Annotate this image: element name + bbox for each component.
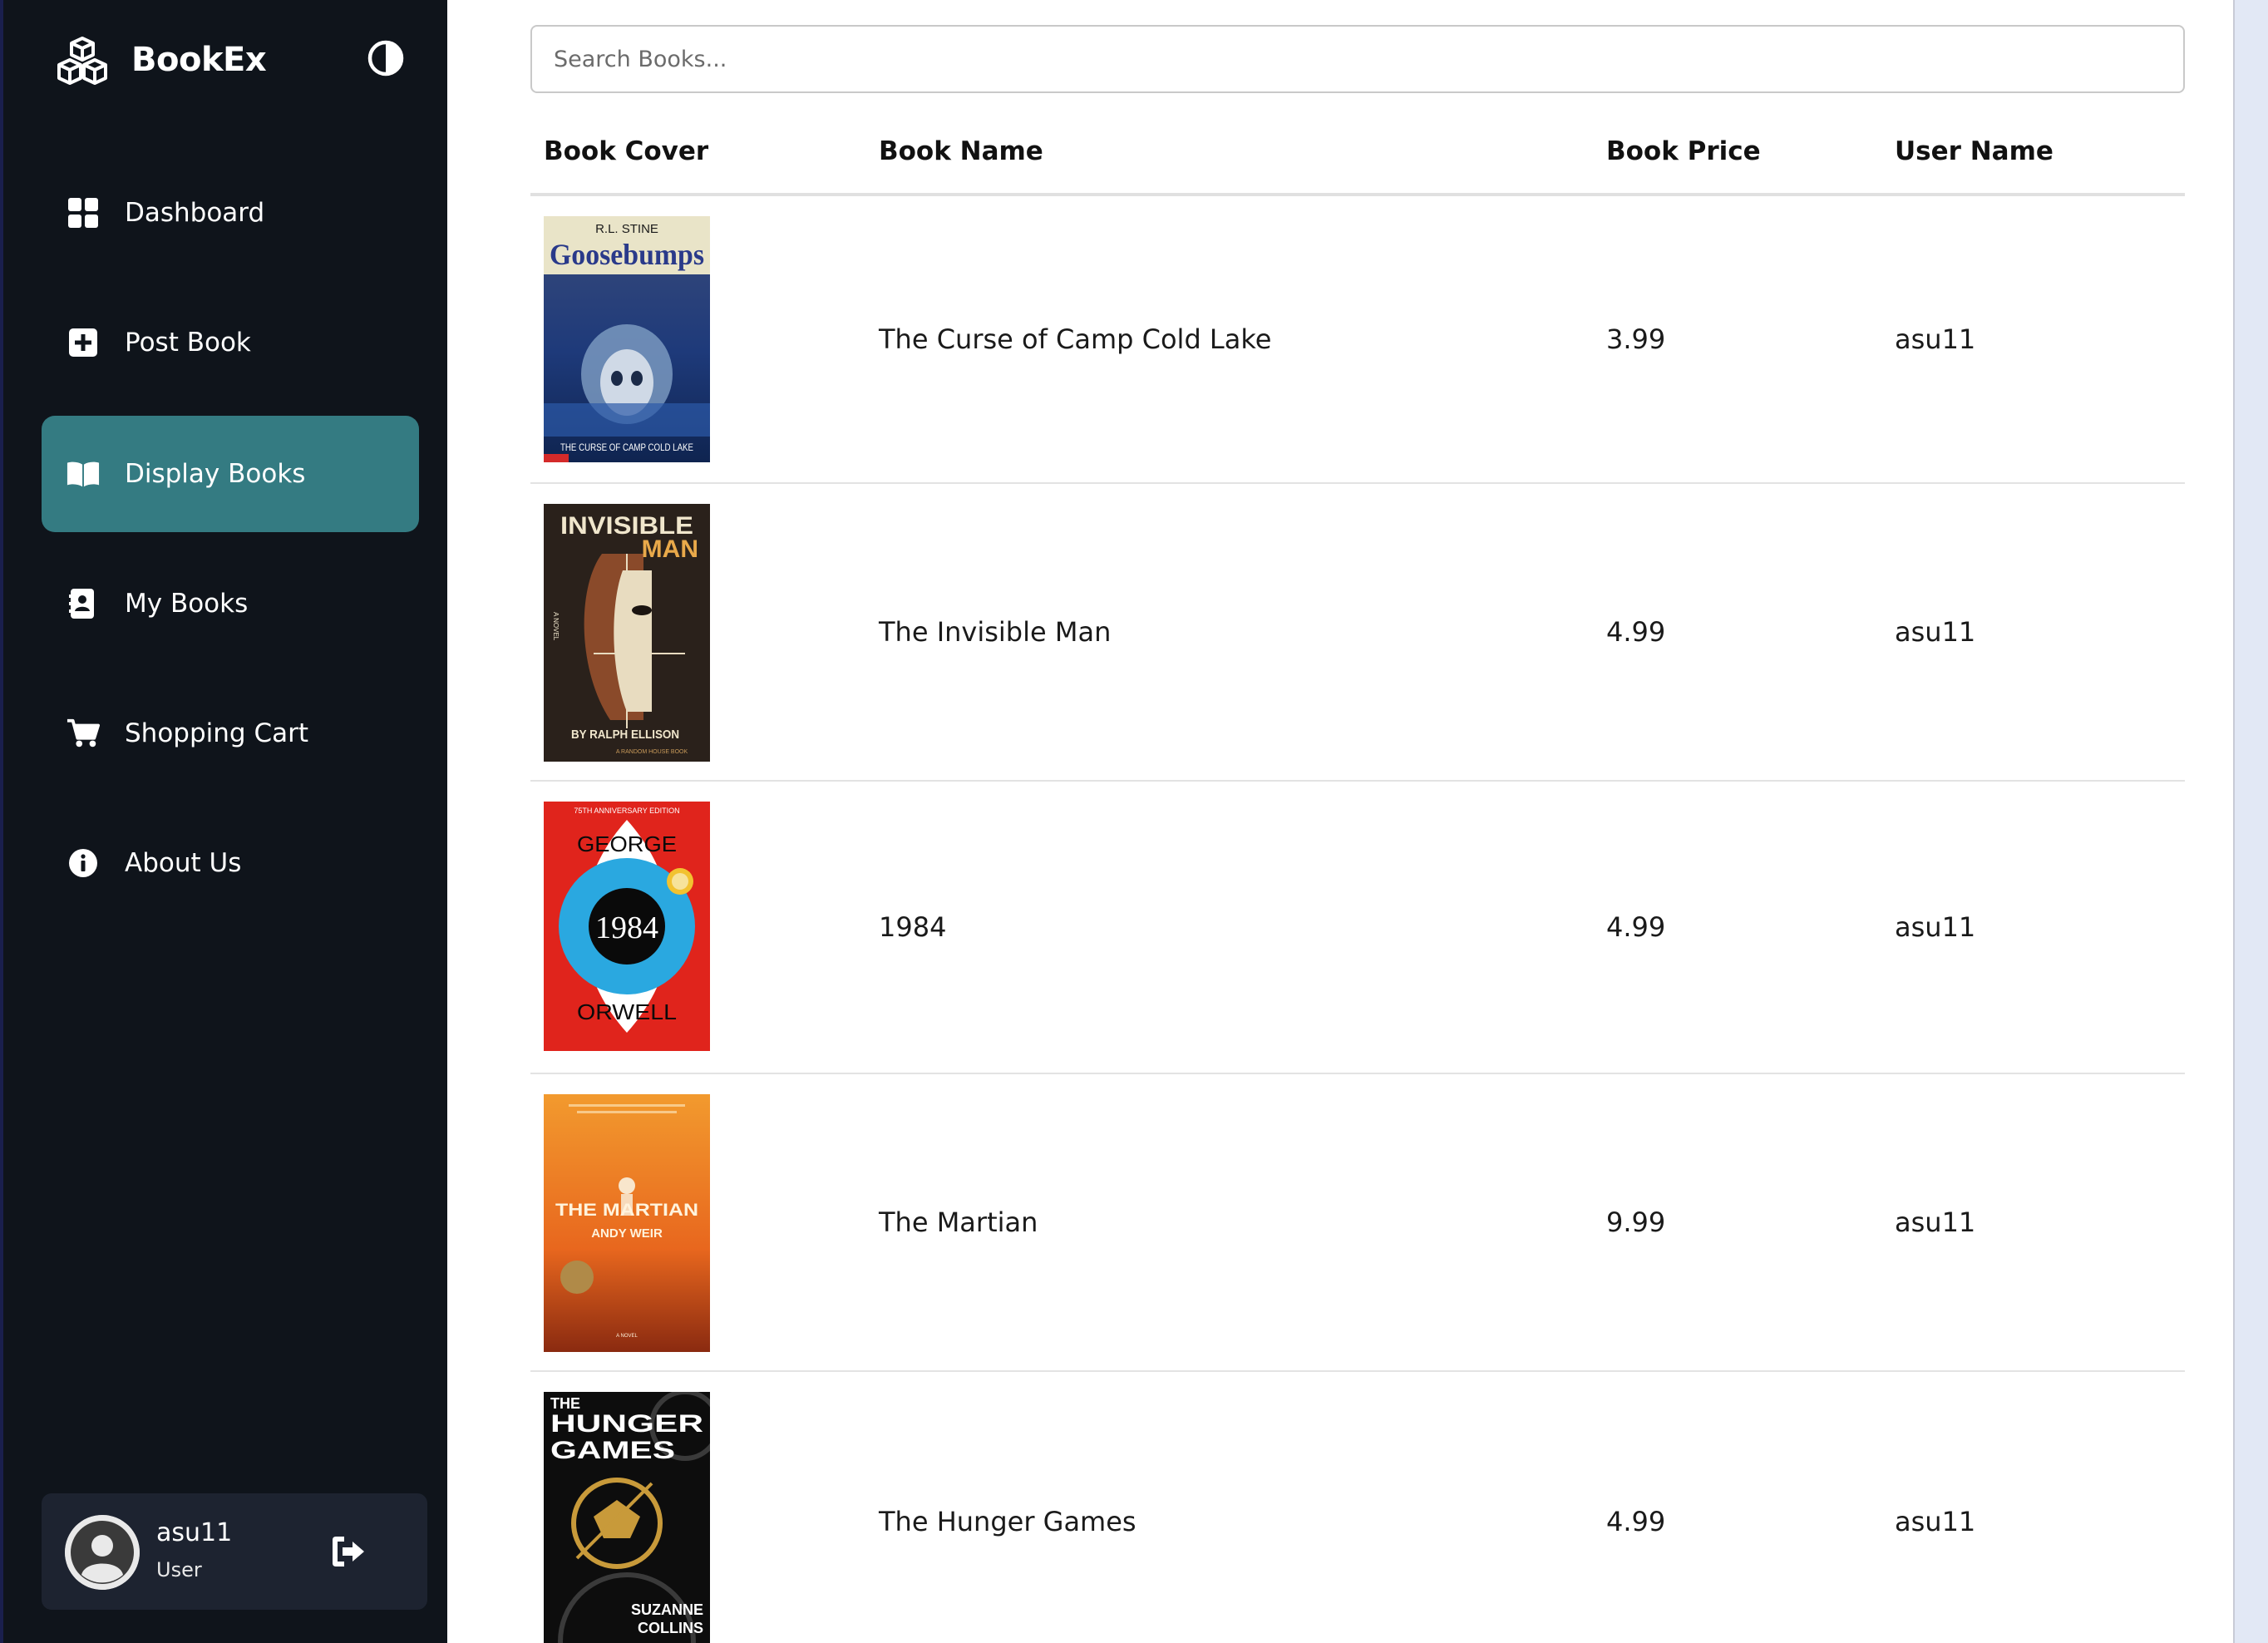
avatar[interactable] [65,1515,140,1590]
book-price: 3.99 [1606,323,1666,355]
cover-text: A NOVEL [552,612,560,641]
book-name: The Invisible Man [879,616,1112,648]
book-user-name: asu11 [1895,323,1976,355]
cover-text: R.L. STINE [595,222,658,236]
sidebar-item-my-books[interactable]: My Books [42,545,419,662]
info-icon [67,846,100,880]
books-table: Book Cover Book Name Book Price User Nam… [530,125,2185,1643]
cover-text: HUNGER [550,1410,703,1438]
sidebar-item-label: About Us [125,848,242,878]
book-cover-image[interactable]: 75TH ANNIVERSARY EDITION GEORGE 1984 ORW… [544,802,710,1051]
brand-name: BookEx [131,41,267,79]
user-card: asu11 User [42,1493,427,1610]
cover-text: GEORGE [577,831,677,856]
cover-text: BY RALPH ELLISON [571,728,679,742]
open-book-icon [67,457,100,491]
book-price: 9.99 [1606,1206,1666,1238]
header-user-name: User Name [1895,136,2054,166]
user-name: asu11 [156,1518,233,1547]
cover-text: GAMES [550,1437,675,1464]
cover-text: Goosebumps [550,238,704,271]
sidebar-item-shopping-cart[interactable]: Shopping Cart [42,675,419,792]
sidebar-item-label: My Books [125,589,249,619]
book-user-name: asu11 [1895,1206,1976,1238]
cover-text: 1984 [595,910,658,945]
sidebar-item-label: Dashboard [125,198,265,228]
contrast-icon[interactable] [367,39,405,77]
search-input[interactable] [530,25,2185,93]
table-row[interactable]: 75TH ANNIVERSARY EDITION GEORGE 1984 ORW… [530,782,2185,1074]
table-row[interactable]: R.L. STINE Goosebumps THE CURSE OF CAMP … [530,196,2185,484]
table-row[interactable]: INVISIBLE MAN A NOVEL BY RALPH ELLISON A… [530,484,2185,782]
header-book-cover: Book Cover [544,136,709,166]
sidebar-item-label: Display Books [125,459,306,489]
book-name: The Curse of Camp Cold Lake [879,323,1272,355]
book-name: 1984 [879,911,947,943]
sidebar-item-label: Shopping Cart [125,718,308,748]
sidebar-item-display-books[interactable]: Display Books [42,416,419,532]
sidebar-item-label: Post Book [125,328,251,358]
address-book-icon [67,587,100,620]
book-user-name: asu11 [1895,616,1976,648]
cover-text: 75TH ANNIVERSARY EDITION [574,807,679,815]
book-cover-image[interactable]: THE MARTIAN ANDY WEIR A NOVEL [544,1094,710,1352]
book-price: 4.99 [1606,911,1666,943]
table-row[interactable]: THE HUNGER GAMES SUZANNE COLLINS The Hun… [530,1372,2185,1643]
app-root: BookEx Dashboard Post Book Display Books… [0,0,2268,1643]
cover-text: THE [550,1395,580,1412]
cover-text: ANDY WEIR [591,1226,663,1241]
grid-icon [67,196,100,229]
book-cover-image[interactable]: R.L. STINE Goosebumps THE CURSE OF CAMP … [544,216,710,462]
book-price: 4.99 [1606,1506,1666,1537]
book-name: The Hunger Games [879,1506,1136,1537]
cover-text: THE MARTIAN [555,1201,698,1220]
sidebar-item-post-book[interactable]: Post Book [42,284,419,401]
book-name: The Martian [879,1206,1038,1238]
cubes-icon [55,35,110,85]
table-row[interactable]: THE MARTIAN ANDY WEIR A NOVEL The Martia… [530,1074,2185,1372]
cover-text: A RANDOM HOUSE BOOK [616,749,688,755]
plus-square-icon [67,326,100,359]
cover-text: COLLINS [638,1620,703,1636]
book-cover-image[interactable]: INVISIBLE MAN A NOVEL BY RALPH ELLISON A… [544,504,710,762]
table-header: Book Cover Book Name Book Price User Nam… [530,125,2185,196]
cover-text: A NOVEL [616,1334,638,1339]
cover-text: THE CURSE OF CAMP COLD LAKE [560,442,693,453]
book-user-name: asu11 [1895,911,1976,943]
cover-text: ORWELL [577,999,677,1024]
sidebar-item-about-us[interactable]: About Us [42,805,419,921]
header-book-price: Book Price [1606,136,1761,166]
cart-icon [67,717,100,750]
sidebar: BookEx Dashboard Post Book Display Books… [0,0,447,1643]
header-book-name: Book Name [879,136,1043,166]
brand[interactable]: BookEx [55,32,267,88]
user-role: User [156,1558,202,1581]
sidebar-item-dashboard[interactable]: Dashboard [42,155,419,271]
book-price: 4.99 [1606,616,1666,648]
cover-text: SUZANNE [631,1601,703,1618]
book-cover-image[interactable]: THE HUNGER GAMES SUZANNE COLLINS [544,1392,710,1643]
main-content: Book Cover Book Name Book Price User Nam… [447,0,2235,1643]
logout-icon[interactable] [329,1532,369,1571]
book-user-name: asu11 [1895,1506,1976,1537]
cover-text: MAN [642,535,698,563]
